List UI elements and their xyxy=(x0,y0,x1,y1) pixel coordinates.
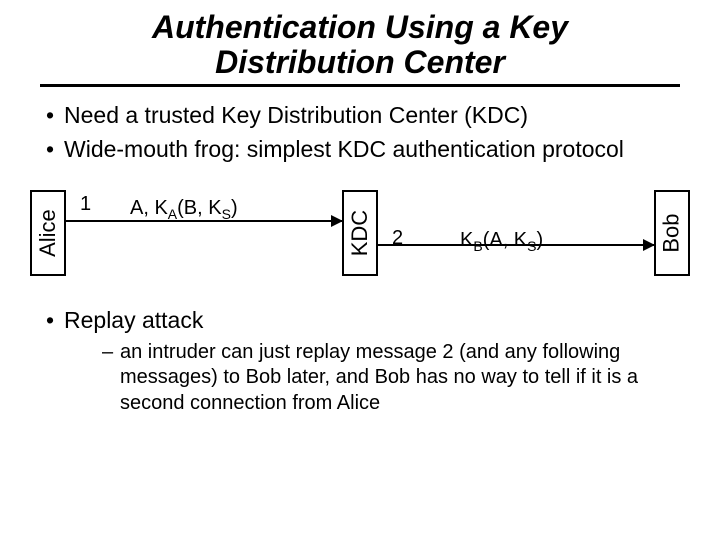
slide-title: Authentication Using a Key Distribution … xyxy=(0,0,720,84)
protocol-diagram: Alice KDC Bob 1 2 A, KA(B, KS) KB(A, KS) xyxy=(30,178,690,288)
message-2: KB(A, KS) xyxy=(460,228,543,254)
bullet-2: Wide-mouth frog: simplest KDC authentica… xyxy=(46,135,692,164)
title-line-2: Distribution Center xyxy=(215,44,505,80)
bullet-3-text: Replay attack xyxy=(64,307,203,333)
msg1-sub-a: A xyxy=(168,206,177,222)
alice-box: Alice xyxy=(30,190,66,276)
alice-label: Alice xyxy=(34,209,62,257)
msg1-sub-s: S xyxy=(222,206,231,222)
bullet-1: Need a trusted Key Distribution Center (… xyxy=(46,101,692,130)
bullet-list-top: Need a trusted Key Distribution Center (… xyxy=(28,101,692,164)
msg2-part-a: K xyxy=(460,229,473,251)
title-line-1: Authentication Using a Key xyxy=(152,9,568,45)
kdc-box: KDC xyxy=(342,190,378,276)
msg2-part-b: (A, K xyxy=(483,229,527,251)
slide-body: Need a trusted Key Distribution Center (… xyxy=(0,101,720,416)
msg2-sub-b: B xyxy=(473,238,482,254)
bob-label: Bob xyxy=(658,214,686,253)
sub-bullet-1: an intruder can just replay message 2 (a… xyxy=(102,340,692,417)
bullet-3: Replay attack an intruder can just repla… xyxy=(46,306,692,416)
sub-bullet-list: an intruder can just replay message 2 (a… xyxy=(64,340,692,417)
bullet-list-bottom: Replay attack an intruder can just repla… xyxy=(28,306,692,416)
slide: Authentication Using a Key Distribution … xyxy=(0,0,720,540)
kdc-label: KDC xyxy=(346,210,374,256)
step-number-1: 1 xyxy=(80,192,91,218)
msg1-part-c: ) xyxy=(231,197,238,219)
msg1-part-b: (B, K xyxy=(177,197,221,219)
message-1: A, KA(B, KS) xyxy=(130,196,238,222)
msg2-part-c: ) xyxy=(536,229,543,251)
msg1-part-a: A, K xyxy=(130,197,168,219)
title-underline xyxy=(40,84,680,87)
step-number-2: 2 xyxy=(392,226,403,252)
bob-box: Bob xyxy=(654,190,690,276)
